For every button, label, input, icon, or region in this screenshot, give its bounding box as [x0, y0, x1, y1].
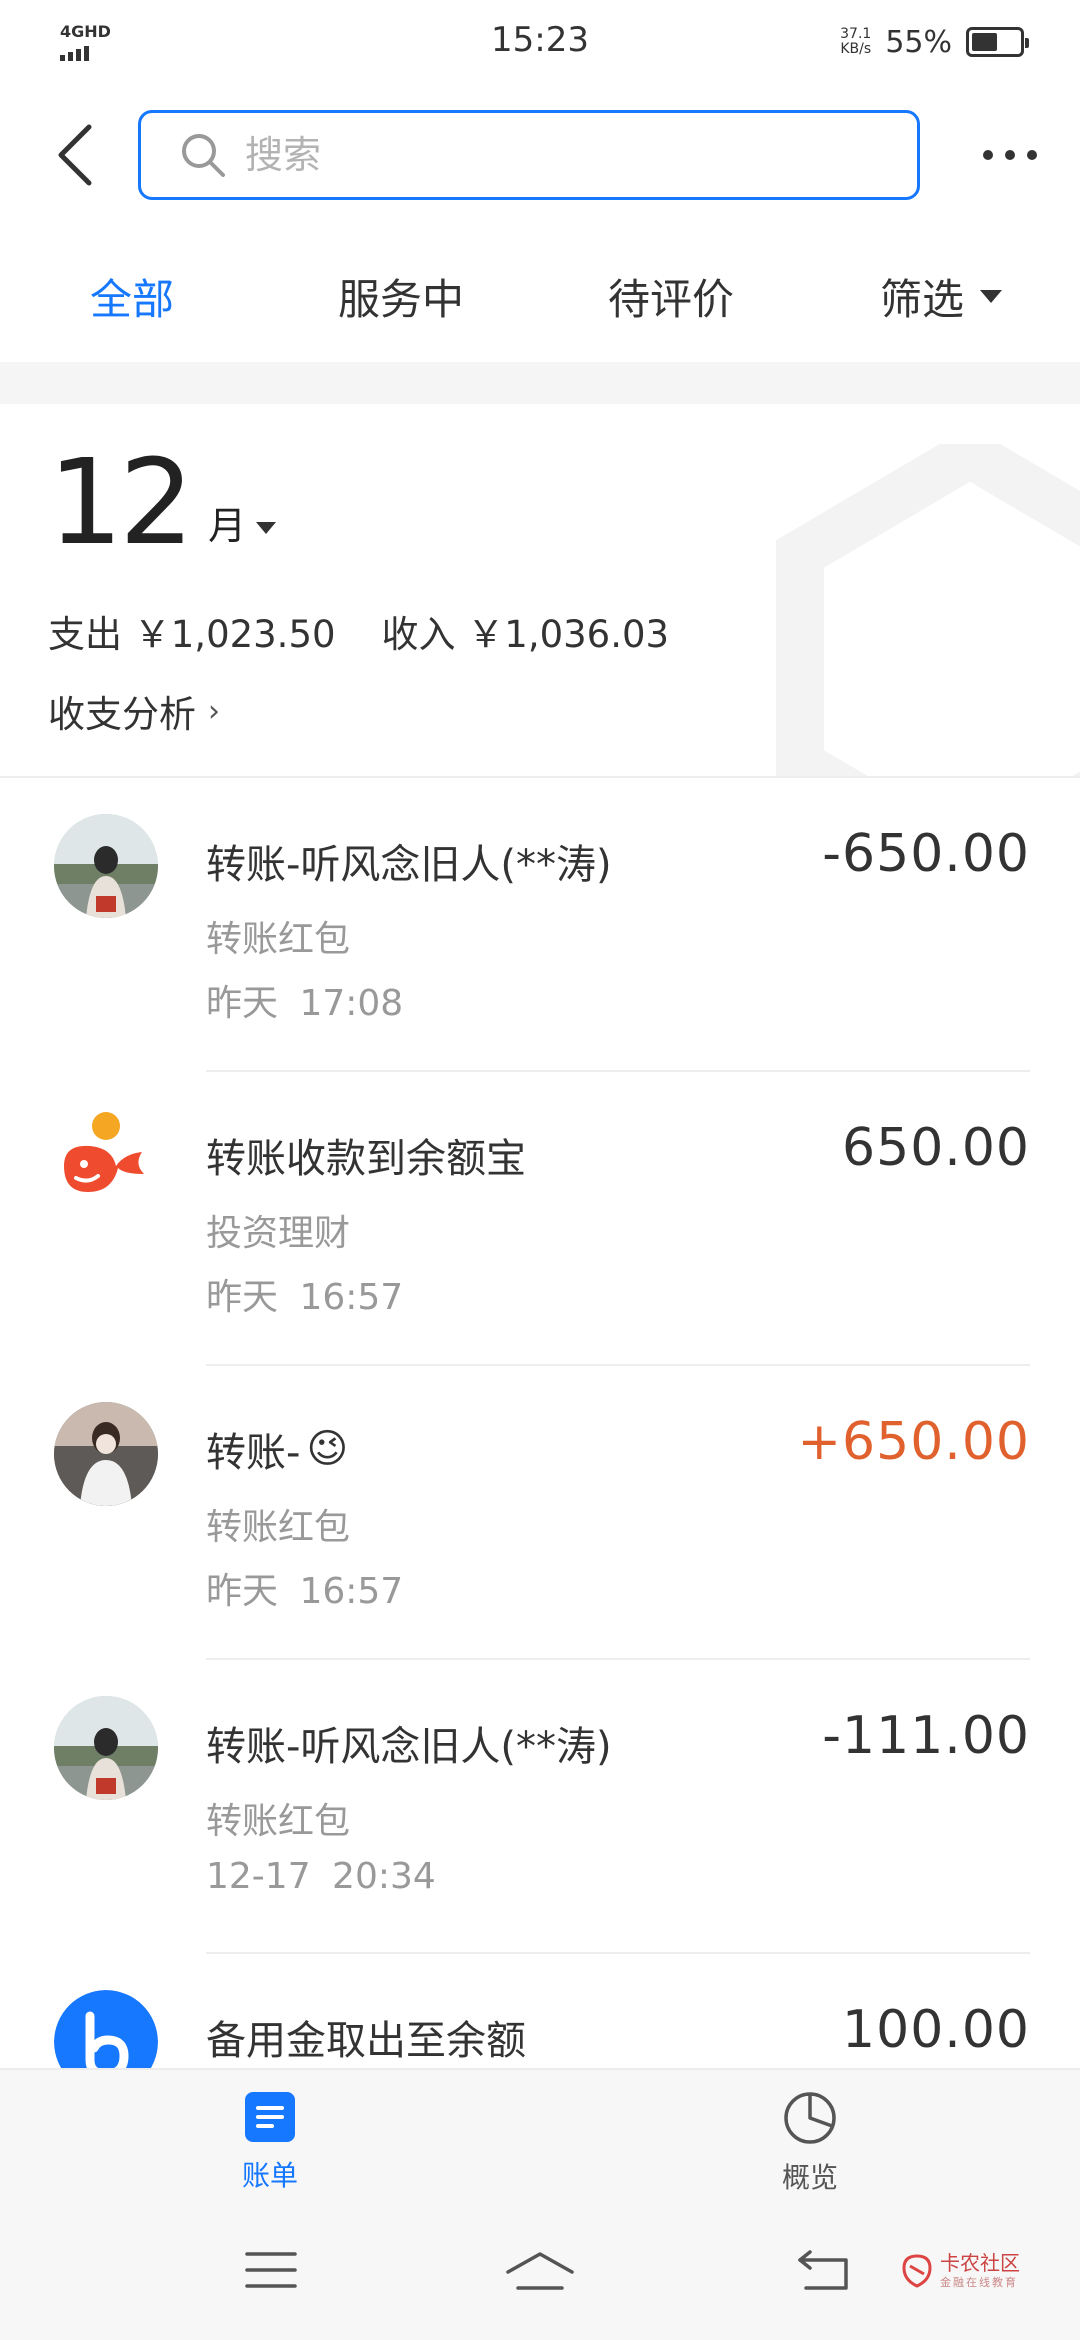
- month-selector[interactable]: 12 月: [48, 433, 277, 571]
- avatar: [54, 1402, 158, 1506]
- caret-down-icon: [980, 290, 1003, 303]
- tab-all[interactable]: 全部: [90, 266, 174, 327]
- tab-filter[interactable]: 筛选: [880, 266, 1003, 327]
- title-text: 转账-听风念旧人(**涛): [206, 1724, 612, 1770]
- tab-filter-label: 筛选: [880, 275, 965, 324]
- brand-logo-icon: [902, 2254, 932, 2288]
- avatar: [54, 1108, 158, 1212]
- more-dot: [1005, 150, 1015, 160]
- header: [0, 100, 1080, 210]
- yuebao-logo-icon: [54, 1108, 158, 1212]
- transaction-amount: -650.00: [822, 824, 1030, 884]
- month-unit: 月: [208, 504, 247, 548]
- more-dot: [1027, 150, 1037, 160]
- transaction-time: 12-17 20:34: [206, 1856, 436, 1897]
- transaction-row[interactable]: 转账收款到余额宝 投资理财 昨天 16:57 650.00: [0, 1072, 1080, 1366]
- analysis-label: 收支分析: [48, 693, 196, 736]
- tab-to-review[interactable]: 待评价: [608, 266, 734, 327]
- menu-icon[interactable]: [244, 2248, 298, 2292]
- transaction-title: 备用金取出至余额: [206, 2008, 526, 2066]
- watermark-brand: 卡农社区: [940, 2251, 1020, 2275]
- transaction-amount: -111.00: [822, 1706, 1030, 1766]
- avatar: [54, 1696, 158, 1800]
- avatar: [54, 814, 158, 918]
- caret-down-icon: [256, 522, 277, 534]
- search-box[interactable]: [138, 110, 920, 200]
- section-spacer: [0, 362, 1080, 404]
- month-totals: 支出 ￥1,023.50 收入 ￥1,036.03: [48, 604, 669, 658]
- status-bar: 4GHD 15:23 37.1 KB/s 55%: [0, 0, 1080, 84]
- home-icon[interactable]: [504, 2248, 576, 2296]
- transaction-row[interactable]: 转账- 😉 转账红包 昨天 16:57 +650.00: [0, 1366, 1080, 1660]
- tab-overview-label: 概览: [781, 2161, 838, 2194]
- transaction-amount: +650.00: [797, 1412, 1030, 1472]
- tab-in-service[interactable]: 服务中: [338, 266, 464, 327]
- battery-fill: [972, 33, 998, 51]
- clock: 15:23: [491, 20, 589, 60]
- more-dot: [983, 150, 993, 160]
- transaction-category: 转账红包: [206, 1507, 351, 1548]
- wink-emoji-icon: 😉: [306, 1426, 349, 1472]
- watermark-logo: 卡农社区 金融在线教育: [900, 2252, 1020, 2290]
- system-nav-bar: 卡农社区 金融在线教育: [0, 2208, 1080, 2340]
- photo-avatar-icon: [54, 1402, 158, 1506]
- transaction-row[interactable]: 转账-听风念旧人(**涛) 转账红包 12-17 20:34 -111.00: [0, 1660, 1080, 1954]
- transaction-amount: 100.00: [842, 2000, 1030, 2060]
- tab-bill[interactable]: 账单: [170, 2090, 370, 2194]
- transaction-row[interactable]: 转账-听风念旧人(**涛) 转账红包 昨天 17:08 -650.00: [0, 778, 1080, 1072]
- transaction-title: 转账- 😉: [206, 1420, 348, 1478]
- transaction-category: 转账红包: [206, 1801, 351, 1842]
- title-text: 转账收款到余额宝: [206, 1136, 526, 1182]
- background-hexagon-decoration: [776, 444, 1080, 776]
- search-icon: [182, 134, 225, 177]
- bill-icon: [245, 2092, 295, 2142]
- transaction-time: 昨天 16:57: [206, 1277, 404, 1318]
- analysis-link[interactable]: 收支分析 ›: [48, 684, 220, 738]
- transaction-category: 转账红包: [206, 919, 351, 960]
- back-button[interactable]: [40, 120, 110, 190]
- month-summary: 12 月 支出 ￥1,023.50 收入 ￥1,036.03 收支分析 ›: [0, 404, 1080, 776]
- photo-avatar-icon: [54, 1696, 158, 1800]
- pie-chart-icon: [784, 2092, 836, 2144]
- transaction-title: 转账收款到余额宝: [206, 1126, 526, 1184]
- bottom-tab-bar: 账单 概览: [0, 2068, 1080, 2208]
- transaction-time: 昨天 16:57: [206, 1571, 404, 1612]
- transaction-title: 转账-听风念旧人(**涛): [206, 832, 612, 890]
- tab-overview[interactable]: 概览: [710, 2090, 910, 2196]
- filter-tabs: 全部 服务中 待评价 筛选: [0, 230, 1080, 360]
- transaction-list: 转账-听风念旧人(**涛) 转账红包 昨天 17:08 -650.00 转账收款…: [0, 778, 1080, 2248]
- watermark-sub: 金融在线教育: [940, 2276, 1018, 2289]
- transaction-time: 昨天 17:08: [206, 983, 404, 1024]
- more-button[interactable]: [975, 130, 1045, 180]
- income-total: 收入 ￥1,036.03: [381, 613, 670, 656]
- photo-avatar-icon: [54, 814, 158, 918]
- chevron-left-icon: [58, 124, 92, 186]
- title-text: 备用金取出至余额: [206, 2018, 526, 2064]
- transaction-category: 投资理财: [206, 1213, 351, 1254]
- expense-total: 支出 ￥1,023.50: [48, 613, 336, 656]
- month-number: 12: [48, 433, 194, 571]
- transaction-title: 转账-听风念旧人(**涛): [206, 1714, 612, 1772]
- back-nav-icon[interactable]: [796, 2248, 852, 2294]
- title-text: 转账-听风念旧人(**涛): [206, 842, 612, 888]
- chevron-right-icon: ›: [208, 693, 220, 729]
- transaction-amount: 650.00: [842, 1118, 1030, 1178]
- battery-icon: [966, 27, 1029, 57]
- search-input[interactable]: [243, 132, 843, 178]
- title-text: 转账-: [206, 1430, 301, 1476]
- tab-bill-label: 账单: [241, 2159, 298, 2192]
